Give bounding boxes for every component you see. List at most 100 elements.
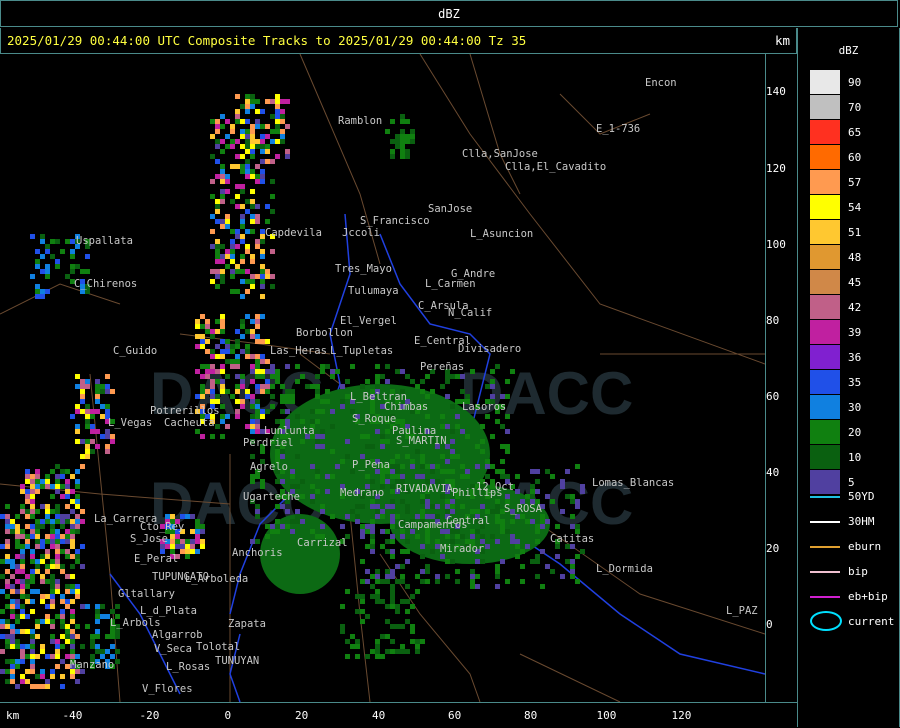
radar-echo: [325, 474, 330, 479]
radar-echo: [325, 389, 330, 394]
place-label: C_Chirenos: [74, 278, 137, 290]
radar-echo: [440, 454, 445, 459]
radar-echo: [285, 409, 290, 414]
radar-echo: [365, 524, 370, 529]
radar-echo: [250, 219, 255, 224]
radar-echo: [245, 159, 250, 164]
radar-echo: [245, 174, 250, 179]
radar-echo: [250, 279, 255, 284]
radar-echo: [215, 244, 220, 249]
radar-echo: [70, 544, 75, 549]
radar-echo: [260, 374, 265, 379]
radar-map-canvas[interactable]: DACC DACCDACC DACCRamblonEnconE_1-736Clla,…: [0, 54, 765, 702]
radar-echo: [40, 294, 45, 299]
radar-echo: [95, 379, 100, 384]
radar-echo: [260, 369, 265, 374]
radar-echo: [255, 124, 260, 129]
radar-echo: [15, 579, 20, 584]
radar-echo: [245, 389, 250, 394]
radar-echo: [105, 374, 110, 379]
radar-echo: [240, 214, 245, 219]
place-label: Pereñas: [420, 361, 464, 373]
radar-echo: [210, 384, 215, 389]
radar-echo: [0, 589, 5, 594]
radar-echo: [425, 374, 430, 379]
radar-echo: [265, 359, 270, 364]
radar-echo: [425, 394, 430, 399]
radar-echo: [195, 549, 200, 554]
scale-swatch: [810, 245, 840, 269]
radar-echo: [220, 254, 225, 259]
radar-echo: [315, 434, 320, 439]
radar-echo: [450, 469, 455, 474]
radar-echo: [35, 654, 40, 659]
radar-echo: [75, 264, 80, 269]
radar-echo: [390, 549, 395, 554]
radar-echo: [370, 539, 375, 544]
radar-echo: [350, 634, 355, 639]
radar-echo: [275, 379, 280, 384]
radar-echo: [385, 569, 390, 574]
radar-echo: [480, 439, 485, 444]
radar-echo: [65, 239, 70, 244]
x-tick-label: 120: [671, 709, 692, 722]
radar-echo: [220, 324, 225, 329]
radar-echo: [235, 354, 240, 359]
radar-echo: [205, 339, 210, 344]
radar-echo: [270, 249, 275, 254]
radar-echo: [70, 414, 75, 419]
radar-echo: [15, 569, 20, 574]
radar-echo: [65, 504, 70, 509]
radar-echo: [5, 504, 10, 509]
radar-echo: [475, 574, 480, 579]
radar-echo: [50, 484, 55, 489]
radar-echo: [560, 479, 565, 484]
radar-echo: [340, 604, 345, 609]
radar-echo: [75, 554, 80, 559]
place-label: Catitas: [550, 533, 594, 545]
radar-echo: [385, 364, 390, 369]
radar-echo: [240, 379, 245, 384]
radar-echo: [285, 509, 290, 514]
radar-echo: [30, 524, 35, 529]
radar-echo: [255, 369, 260, 374]
radar-echo: [65, 629, 70, 634]
radar-echo: [510, 539, 515, 544]
radar-echo: [270, 114, 275, 119]
radar-echo: [355, 514, 360, 519]
radar-echo: [490, 534, 495, 539]
radar-echo: [35, 519, 40, 524]
radar-echo: [40, 619, 45, 624]
radar-echo: [240, 399, 245, 404]
radar-echo: [40, 519, 45, 524]
radar-echo: [60, 484, 65, 489]
radar-echo: [570, 494, 575, 499]
radar-echo: [280, 109, 285, 114]
radar-echo: [25, 509, 30, 514]
radar-echo: [245, 209, 250, 214]
radar-echo: [570, 524, 575, 529]
radar-echo: [500, 444, 505, 449]
radar-echo: [115, 634, 120, 639]
radar-echo: [45, 264, 50, 269]
radar-echo: [260, 479, 265, 484]
radar-echo: [310, 494, 315, 499]
radar-echo: [220, 259, 225, 264]
radar-echo: [40, 684, 45, 689]
y-tick-label: 120: [766, 162, 786, 175]
radar-echo: [475, 509, 480, 514]
radar-echo: [10, 604, 15, 609]
radar-echo: [270, 524, 275, 529]
radar-echo: [40, 644, 45, 649]
radar-echo: [250, 214, 255, 219]
radar-echo: [390, 149, 395, 154]
radar-echo: [35, 619, 40, 624]
scale-label: 65: [848, 126, 862, 139]
radar-echo: [390, 139, 395, 144]
x-tick-label: 0: [224, 709, 232, 722]
radar-echo: [35, 634, 40, 639]
place-label: L_PAZ: [726, 605, 758, 617]
radar-map[interactable]: DACC DACC DACC DACC Ramblon Encon E_1-736 Clla,…: [0, 54, 765, 702]
radar-echo: [205, 319, 210, 324]
radar-echo: [80, 389, 85, 394]
